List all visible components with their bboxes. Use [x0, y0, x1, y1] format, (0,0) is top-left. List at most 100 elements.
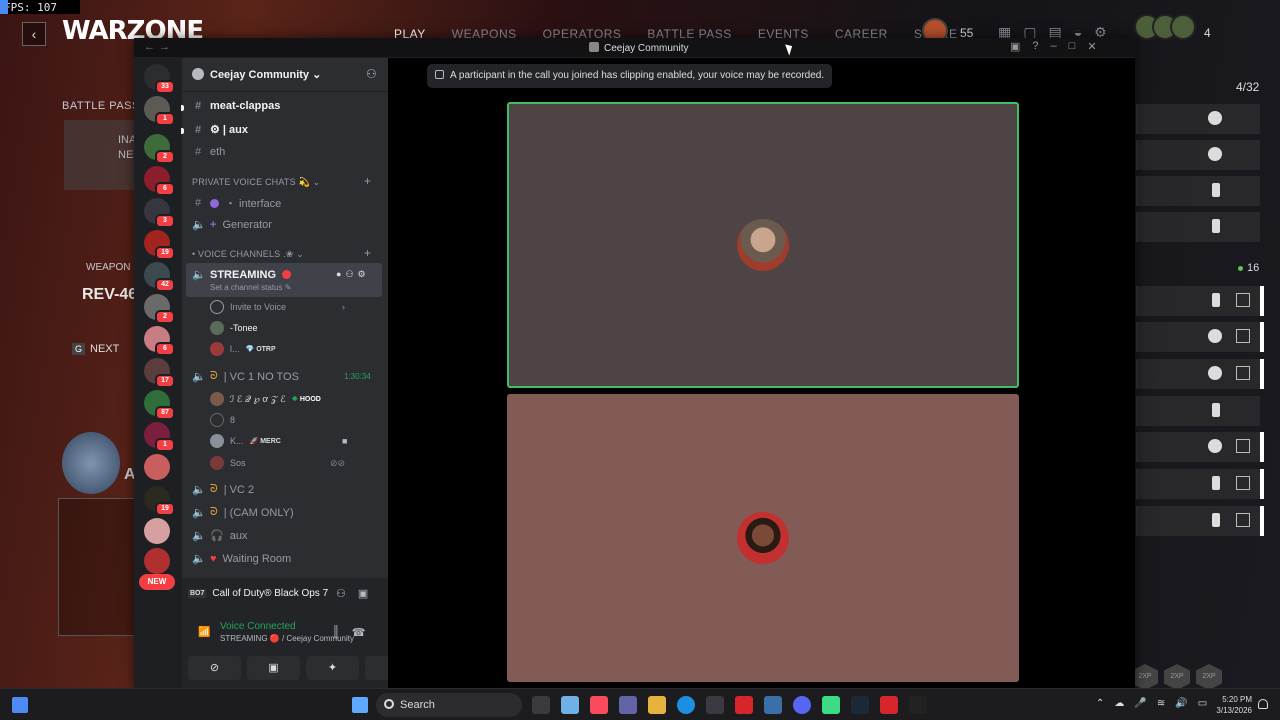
task-view-icon[interactable] [532, 696, 550, 714]
join-icon[interactable] [1236, 329, 1250, 343]
party-avatars[interactable] [1134, 14, 1196, 40]
signal-icon[interactable]: 📶 [198, 627, 210, 638]
invite-people-icon[interactable]: ⚇ [366, 67, 377, 81]
store-icon[interactable] [706, 696, 724, 714]
start-button-icon[interactable] [352, 697, 368, 713]
roster-row[interactable] [1136, 140, 1260, 170]
category-voice-channels[interactable]: • VOICE CHANNELS .❀ ⌄ [192, 249, 304, 260]
settings-icon[interactable]: ⚙ [358, 269, 366, 280]
back-arrow-icon[interactable]: ‹ [22, 22, 46, 46]
camera-off-button[interactable]: ⊘ [188, 656, 241, 680]
channel-status[interactable]: Set a channel status ✎ [210, 283, 291, 292]
chat-icon[interactable]: ● [336, 269, 341, 280]
server-icon[interactable]: 6 [144, 166, 175, 196]
channel-vc1[interactable]: 🔈 ᘐ | VC 1 NO TOS [192, 370, 299, 383]
server-icon[interactable]: 3 [144, 198, 175, 228]
server-icon[interactable]: 19 [144, 486, 175, 516]
roster-row[interactable] [1136, 286, 1260, 316]
channel-interface[interactable]: # ・ interface [192, 195, 281, 211]
server-icon[interactable] [144, 518, 170, 544]
server-icon[interactable] [144, 548, 170, 574]
teams-icon[interactable] [619, 696, 637, 714]
roster-row[interactable] [1136, 506, 1260, 536]
share-screen-button[interactable]: ▣ [247, 656, 300, 680]
roster-row[interactable] [1136, 104, 1260, 134]
voice-connected-label[interactable]: Voice Connected [220, 621, 296, 632]
join-icon[interactable] [1236, 366, 1250, 380]
channel-cam-only[interactable]: 🔈 ᘐ | (CAM ONLY) [192, 506, 294, 519]
server-icon[interactable]: 1 [144, 96, 175, 126]
discord-icon[interactable] [793, 696, 811, 714]
file-explorer-icon[interactable] [648, 696, 666, 714]
copilot-icon[interactable] [561, 696, 579, 714]
share-screen-icon[interactable]: ▣ [358, 587, 368, 600]
app-icon[interactable] [880, 696, 898, 714]
clip-notice[interactable]: A participant in the call you joined has… [427, 64, 833, 88]
music-icon[interactable] [590, 696, 608, 714]
history-nav-icons[interactable]: ←→ [144, 41, 174, 53]
roster-row[interactable] [1136, 212, 1260, 242]
channel-generator[interactable]: 🔈 + Generator [192, 218, 272, 232]
activities-button[interactable]: ✦ [306, 656, 359, 680]
channel-aux-voice[interactable]: 🔈 🎧 aux [192, 529, 247, 543]
app-l-icon[interactable] [735, 696, 753, 714]
server-icon[interactable] [144, 454, 170, 480]
widgets-icon[interactable] [12, 697, 28, 713]
activity-game[interactable]: BO7 Call of Duty® Black Ops 7 [188, 588, 328, 599]
steam-icon[interactable] [851, 696, 869, 714]
roster-row[interactable] [1136, 359, 1260, 389]
close-icon[interactable]: ✕ [1087, 40, 1096, 53]
voice-member[interactable]: -Tonee [210, 321, 258, 335]
notification-bell-icon[interactable] [1258, 699, 1268, 709]
minimize-icon[interactable]: – [1051, 40, 1057, 53]
voice-member[interactable]: 8 [210, 413, 235, 427]
voice-member[interactable]: K... 🚀 MERC ■ [210, 434, 347, 448]
invite-icon[interactable]: ⚇ [345, 269, 353, 280]
microphone-icon[interactable]: 🎤 [1134, 698, 1146, 709]
server-icon[interactable]: 2 [144, 134, 175, 164]
screen-icon[interactable]: ▣ [1010, 40, 1020, 53]
edge-icon[interactable] [677, 696, 695, 714]
call-of-duty-icon[interactable] [909, 696, 927, 714]
help-icon[interactable]: ? [1032, 40, 1038, 53]
wifi-icon[interactable]: ≋ [1157, 698, 1165, 709]
noise-suppression-icon[interactable]: ║ [332, 626, 340, 639]
roster-row[interactable] [1136, 396, 1260, 426]
volume-icon[interactable]: 🔊 [1175, 698, 1187, 709]
app-icon[interactable] [822, 696, 840, 714]
invite-to-voice[interactable]: Invite to Voice › [210, 300, 345, 314]
disconnect-icon[interactable]: ☎ [352, 626, 366, 639]
voice-member[interactable]: ℐ ℰ 𝒬 ℘ ơ 𝒵 ℰ ❖ HOOD [210, 392, 321, 406]
add-friend-icon[interactable]: ⚇ [336, 587, 346, 600]
join-icon[interactable] [1236, 439, 1250, 453]
add-channel-icon[interactable]: + [364, 174, 371, 188]
join-icon[interactable] [1236, 476, 1250, 490]
next-button[interactable]: G NEXT [72, 343, 119, 355]
chevron-up-icon[interactable]: ⌃ [1096, 698, 1104, 709]
app-icon[interactable] [764, 696, 782, 714]
taskbar-search[interactable]: Search [376, 693, 522, 717]
server-icon[interactable]: 1 [144, 422, 175, 452]
battery-icon[interactable]: ▭ [1198, 698, 1207, 709]
clock[interactable]: 5:20 PM 3/13/2026 [1210, 694, 1252, 716]
server-icon[interactable]: 42 [144, 262, 175, 292]
category-private-voice[interactable]: PRIVATE VOICE CHATS 💫 ⌄ [192, 177, 320, 188]
server-header[interactable]: Ceejay Community ⌄ ⚇ [182, 58, 388, 92]
channel-eth[interactable]: # eth [192, 146, 225, 158]
server-icon[interactable]: 6 [144, 326, 175, 356]
add-channel-icon[interactable]: + [364, 246, 371, 260]
roster-row[interactable] [1136, 176, 1260, 206]
voice-member[interactable]: l... 💎 OTRP [210, 342, 276, 356]
channel-vc2[interactable]: 🔈 ᘐ | VC 2 [192, 483, 254, 496]
cloud-icon[interactable]: ☁ [1114, 698, 1124, 709]
server-icon[interactable]: 19 [144, 230, 175, 260]
discord-home-icon[interactable]: 33 [144, 64, 175, 94]
participant-tile[interactable] [507, 102, 1019, 388]
join-icon[interactable] [1236, 513, 1250, 527]
roster-row[interactable] [1136, 322, 1260, 352]
server-icon[interactable]: 2 [144, 294, 175, 324]
voice-member[interactable]: Sos ⊘⊘ [210, 456, 345, 470]
roster-row[interactable] [1136, 469, 1260, 499]
server-icon[interactable]: 87 [144, 390, 175, 420]
roster-row[interactable] [1136, 432, 1260, 462]
